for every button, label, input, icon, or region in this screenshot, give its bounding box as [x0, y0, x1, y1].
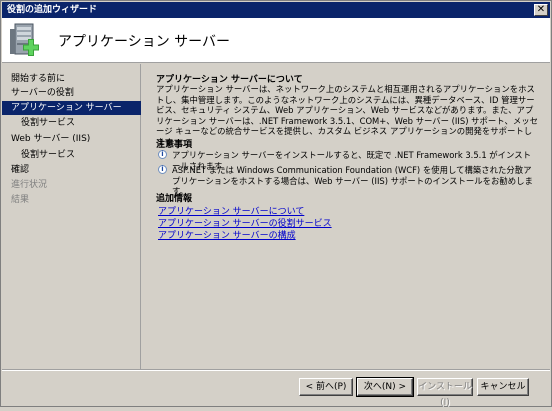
sidebar-item-app-role-services[interactable]: 役割サービス [2, 116, 141, 130]
page-title: アプリケーション サーバー [58, 34, 231, 50]
about-text: アプリケーション サーバーは、ネットワーク上のシステムと相互運用されるアプリケー… [156, 84, 538, 147]
sidebar-item-before-you-begin[interactable]: 開始する前に [2, 72, 141, 86]
close-icon: ✕ [536, 4, 546, 15]
link-app-server-configuration[interactable]: アプリケーション サーバーの構成 [158, 228, 296, 241]
note-text: ASP.NET または Windows Communication Founda… [172, 165, 533, 196]
wizard-steps-sidebar: 開始する前に サーバーの役割 アプリケーション サーバー 役割サービス Web … [2, 64, 141, 369]
note-item: i ASP.NET または Windows Communication Foun… [156, 165, 538, 197]
more-info-heading: 追加情報 [156, 194, 193, 204]
sidebar-item-server-roles[interactable]: サーバーの役割 [2, 86, 141, 100]
sidebar-item-web-server[interactable]: Web サーバー (IIS) [2, 132, 141, 146]
next-button[interactable]: 次へ(N) > [356, 377, 414, 397]
info-icon: i [158, 150, 167, 159]
sidebar-item-web-role-services[interactable]: 役割サービス [2, 148, 141, 162]
back-button[interactable]: < 前へ(P) [299, 378, 353, 396]
close-button[interactable]: ✕ [534, 4, 548, 16]
sidebar-item-application-server[interactable]: アプリケーション サーバー [2, 101, 141, 115]
button-separator [2, 369, 550, 371]
wizard-content: アプリケーション サーバーについて アプリケーション サーバーは、ネットワーク上… [142, 64, 550, 369]
window-title: 役割の追加ウィザード [7, 5, 98, 15]
wizard-header: アプリケーション サーバー [2, 18, 550, 63]
cancel-button[interactable]: キャンセル [477, 378, 529, 396]
notes-heading: 注意事項 [156, 140, 193, 150]
sidebar-item-progress: 進行状況 [11, 180, 48, 190]
sidebar-item-results: 結果 [11, 195, 30, 205]
sidebar-item-confirmation[interactable]: 確認 [2, 163, 141, 177]
server-add-icon [10, 23, 39, 56]
info-icon: i [158, 165, 167, 174]
wizard-window: 役割の追加ウィザード ✕ アプリケーション サーバー 開始する前に サーバーの役… [0, 0, 552, 408]
install-button: インストール(I) [417, 378, 473, 408]
title-bar: 役割の追加ウィザード ✕ [2, 2, 550, 18]
